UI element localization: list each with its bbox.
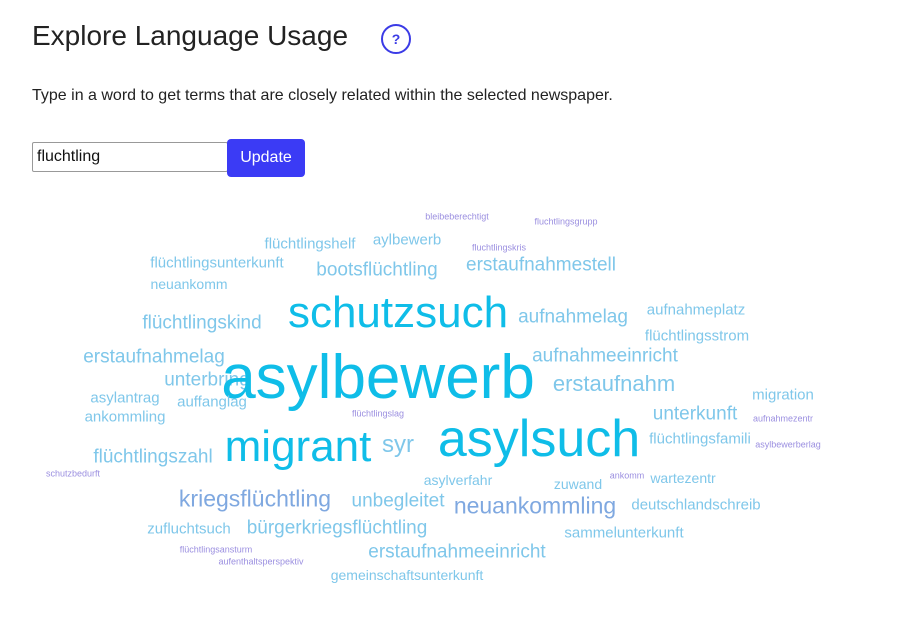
word-cloud-term: asylverfahr [423,472,493,488]
word-cloud-term: bürgerkriegsflüchtling [246,517,428,539]
word-cloud-term: zuwand [553,476,603,492]
word-cloud-term: schutzsuch [287,288,509,337]
word-cloud-term: flüchtlingshelf [264,235,356,253]
word-cloud-term: fluchtlingskris [471,242,527,253]
word-cloud-term: bleibeberechtigt [425,211,489,222]
word-cloud-term: neuankommling [453,492,617,519]
word-cloud-term: erstaufnahmeeinricht [368,541,546,563]
intro-text: Type in a word to get terms that are clo… [32,87,613,104]
word-cloud-term: unbegleitet [351,490,445,512]
word-cloud-term: migrant [224,422,372,471]
word-cloud-term: flüchtlingsansturm [179,544,253,555]
page-title: Explore Language Usage [32,20,349,51]
word-cloud-term: syr [382,431,414,458]
word-cloud-term: ankommling [84,408,166,426]
search-input[interactable] [32,142,228,172]
word-cloud-term: migration [752,386,814,404]
word-cloud-term: flüchtlingsunterkunft [150,254,284,272]
word-cloud-term: flüchtlingsstrom [644,327,750,345]
word-cloud-term: neuankomm [150,276,228,292]
word-cloud-term: flüchtlingslag [351,408,405,419]
word-cloud-term: aufenthaltsperspektiv [218,556,304,567]
update-button[interactable]: Update [227,139,305,177]
word-cloud-term: deutschlandschreib [631,496,761,514]
word-cloud-term: kriegsflüchtling [178,485,332,512]
word-cloud-term: aufnahmeplatz [646,301,746,319]
word-cloud-term: asylbewerberlag [755,439,821,450]
word-cloud-term: asylantrag [90,389,160,407]
word-cloud-term: flüchtlingsfamili [649,430,751,448]
word-cloud-term: erstaufnahmelag [83,346,225,368]
word-cloud-term: aufnahmelag [518,306,628,328]
word-cloud-term: sammelunterkunft [564,524,684,542]
word-cloud-term: asylsuch [437,410,641,468]
word-cloud-term: fluchtlingsgrupp [534,216,598,227]
word-cloud-term: erstaufnahmestell [466,254,616,276]
word-cloud-term: gemeinschaftsunterkunft [330,567,484,583]
word-cloud-term: aufnahmezentr [752,413,814,424]
word-cloud-term: erstaufnahm [552,371,676,396]
question-mark-icon[interactable]: ? [381,24,411,54]
word-cloud-term: aylbewerb [372,231,442,249]
word-cloud-term: auffanglag [177,393,247,411]
word-cloud-term: wartezentr [650,470,716,486]
word-cloud-term: flüchtlingskind [142,312,262,334]
word-cloud-term: bootsflüchtling [316,259,438,281]
word-cloud-term: asylbewerb [221,343,535,412]
word-cloud-term: flüchtlingszahl [93,446,213,468]
word-cloud-term: ankomm [609,470,645,481]
word-cloud-term: unterkunft [652,403,738,425]
word-cloud-term: aufnahmeeinricht [532,345,678,367]
word-cloud-term: schutzbedurft [45,468,101,479]
word-cloud-term: zufluchtsuch [147,520,231,538]
word-cloud: bleibeberechtigt fluchtlingsgrupp flüchtli… [0,195,912,595]
